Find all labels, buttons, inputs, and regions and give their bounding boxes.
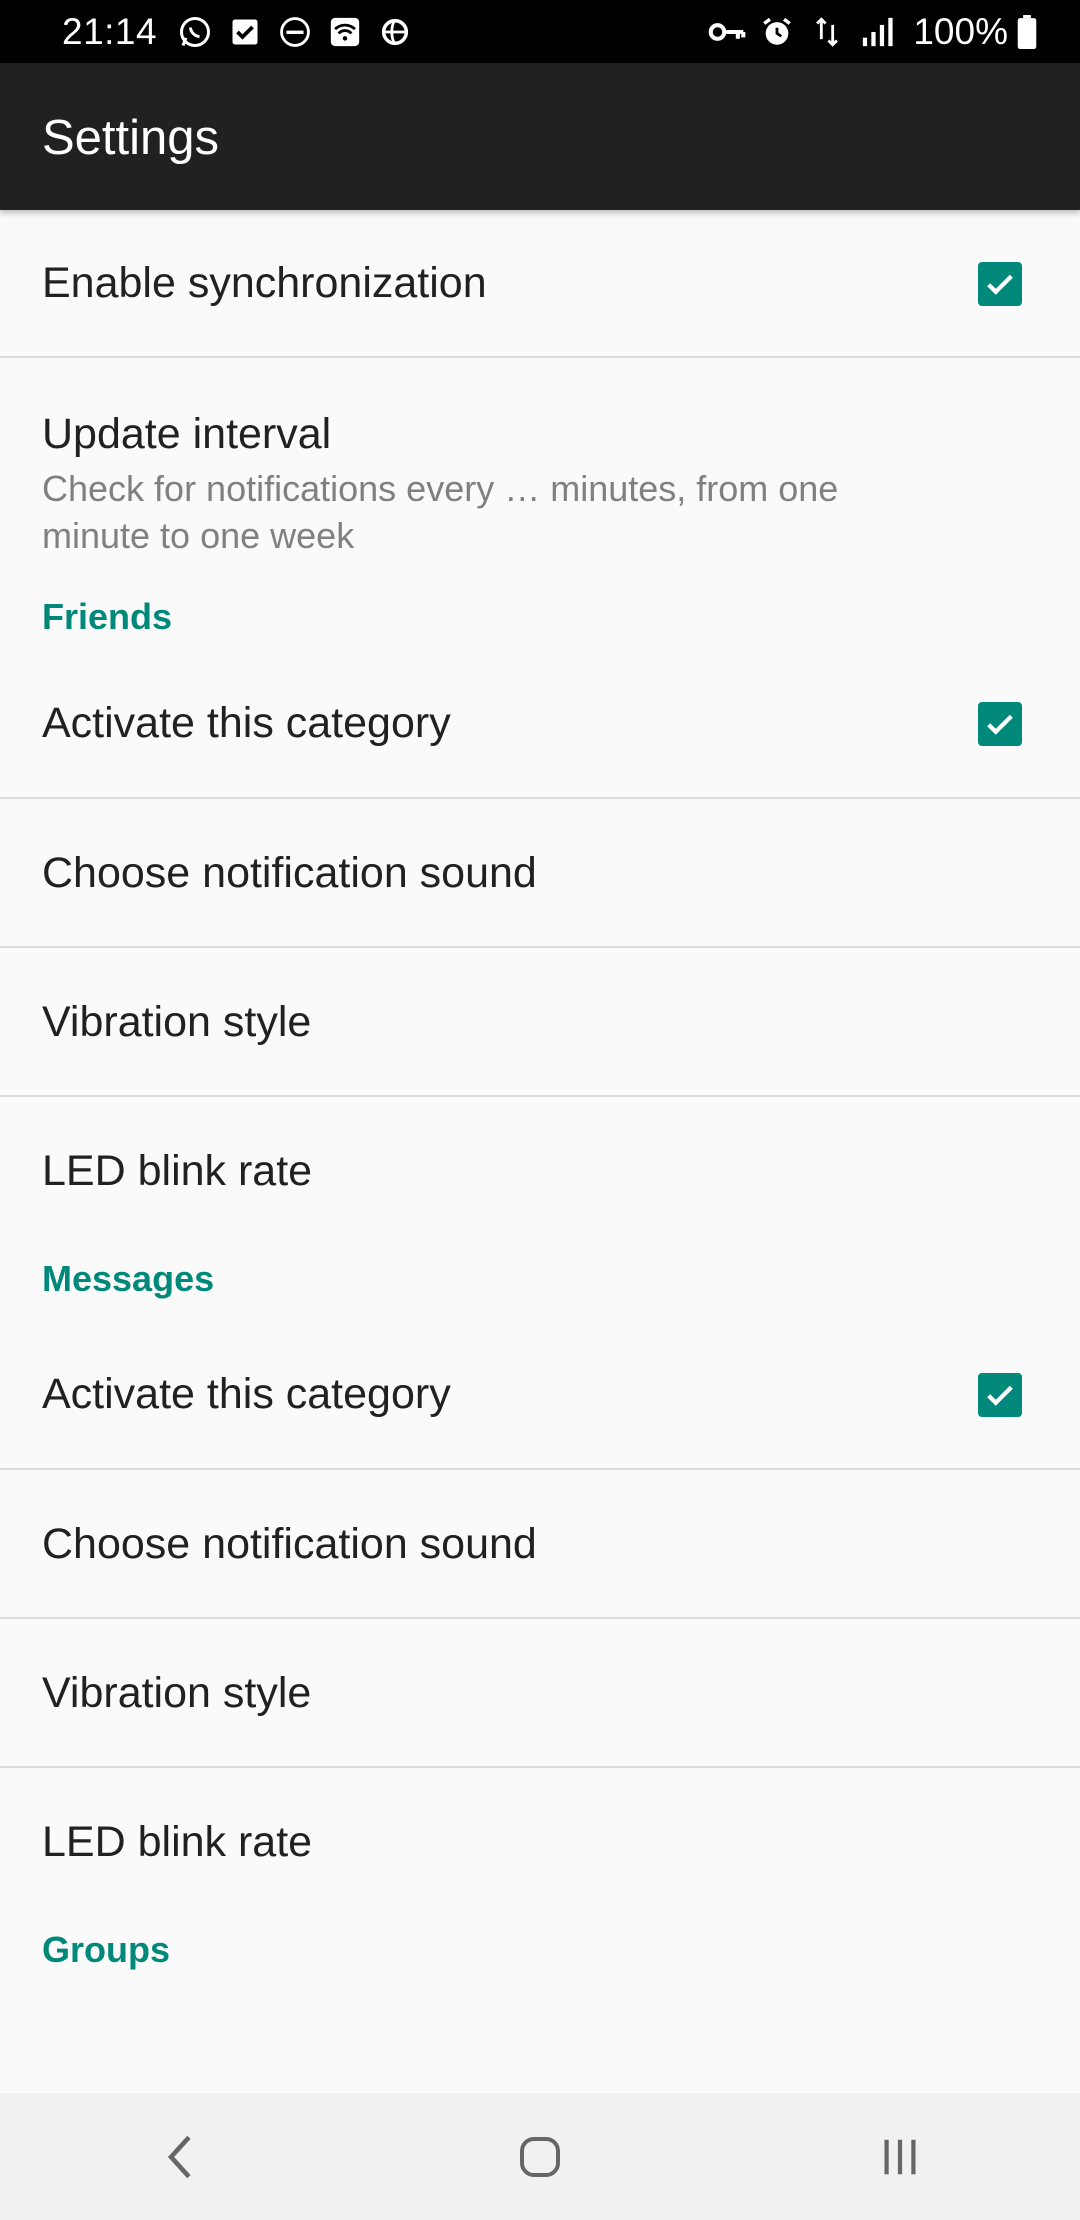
section-header-messages: Messages xyxy=(0,1246,1080,1336)
update-interval-label: Update interval xyxy=(42,410,332,458)
friends-activate-row[interactable]: Activate this category xyxy=(0,666,1080,799)
messages-sound-row[interactable]: Choose notification sound xyxy=(0,1470,1080,1619)
messages-sound-label: Choose notification sound xyxy=(42,1520,537,1568)
section-header-groups: Groups xyxy=(0,1917,1080,2007)
messages-activate-row[interactable]: Activate this category xyxy=(0,1336,1080,1470)
friends-vibration-row[interactable]: Vibration style xyxy=(0,948,1080,1097)
messages-led-label: LED blink rate xyxy=(42,1818,313,1866)
navigation-bar xyxy=(0,2093,1080,2220)
alarm-icon xyxy=(757,12,797,52)
section-title-messages: Messages xyxy=(42,1258,215,1299)
friends-sound-label: Choose notification sound xyxy=(42,849,537,897)
friends-activate-label: Activate this category xyxy=(42,699,451,747)
battery-icon xyxy=(1016,12,1038,52)
messages-led-row[interactable]: LED blink rate xyxy=(0,1768,1080,1917)
settings-list: Enable synchronization Update interval C… xyxy=(0,210,1080,2007)
update-interval-row[interactable]: Update interval Check for notifications … xyxy=(0,358,1080,576)
task-check-icon xyxy=(225,12,265,52)
messages-activate-label: Activate this category xyxy=(42,1370,451,1418)
recents-icon[interactable] xyxy=(840,2107,960,2207)
back-icon[interactable] xyxy=(120,2107,240,2207)
battery-percentage: 100% xyxy=(913,10,1008,52)
friends-activate-checkbox[interactable] xyxy=(978,702,1022,746)
checkmark-icon xyxy=(987,714,1013,735)
update-interval-summary: Check for notifications every … minutes,… xyxy=(42,468,839,556)
friends-vibration-label: Vibration style xyxy=(42,998,312,1046)
status-bar: 21:14 100% xyxy=(0,0,1080,63)
checkmark-icon xyxy=(987,1385,1013,1406)
whatsapp-icon xyxy=(175,12,215,52)
enable-sync-label: Enable synchronization xyxy=(42,259,487,307)
data-transfer-icon xyxy=(807,12,847,52)
checkmark-icon xyxy=(987,274,1013,295)
do-not-disturb-icon xyxy=(275,12,315,52)
messages-vibration-row[interactable]: Vibration style xyxy=(0,1619,1080,1768)
wifi-icon xyxy=(325,12,365,52)
enable-sync-row[interactable]: Enable synchronization xyxy=(0,210,1080,358)
friends-led-row[interactable]: LED blink rate xyxy=(0,1097,1080,1246)
sync-icon xyxy=(375,12,415,52)
section-header-friends: Friends xyxy=(0,576,1080,666)
section-title-friends: Friends xyxy=(42,596,173,637)
page-title: Settings xyxy=(42,111,220,165)
section-title-groups: Groups xyxy=(42,1929,171,1970)
signal-icon xyxy=(857,12,897,52)
enable-sync-checkbox[interactable] xyxy=(978,262,1022,306)
status-time: 21:14 xyxy=(62,10,158,52)
home-icon[interactable] xyxy=(480,2107,600,2207)
vpn-key-icon xyxy=(707,12,747,52)
messages-activate-checkbox[interactable] xyxy=(978,1373,1022,1417)
app-bar: Settings xyxy=(0,63,1080,210)
friends-sound-row[interactable]: Choose notification sound xyxy=(0,799,1080,948)
messages-vibration-label: Vibration style xyxy=(42,1669,312,1717)
friends-led-label: LED blink rate xyxy=(42,1147,313,1195)
